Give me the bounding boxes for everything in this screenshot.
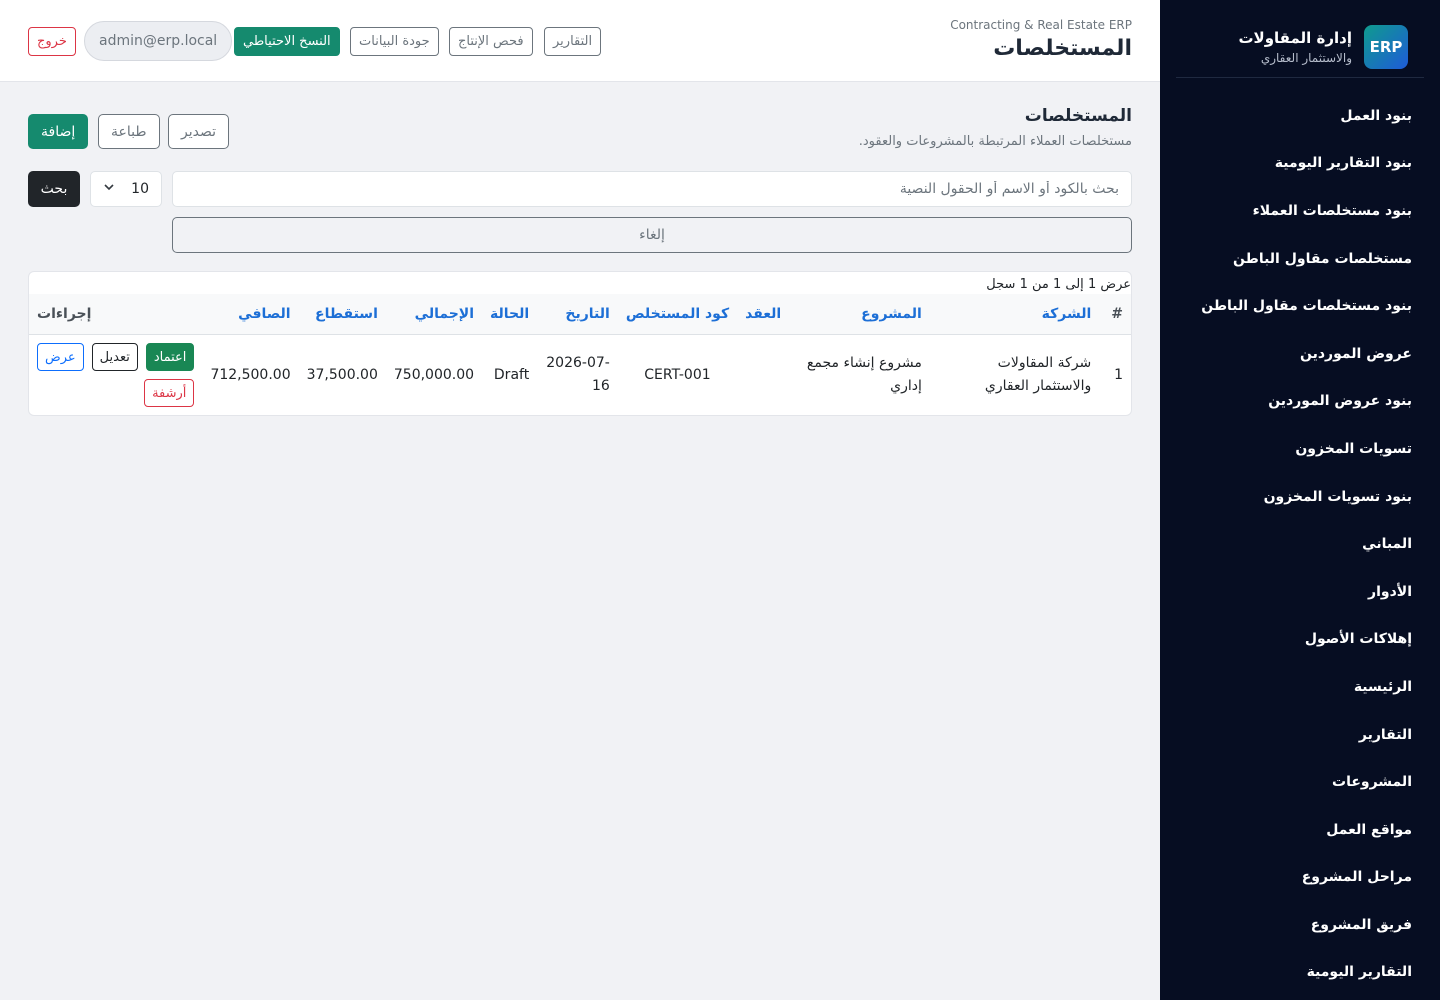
cell-total: 750,000.00 [393, 366, 475, 383]
sidebar: ERP إدارة المقاولات والاستثمار العقاري ب… [1160, 0, 1440, 1000]
archive-button[interactable]: أرشفة [144, 379, 195, 408]
brand-subtitle: والاستثمار العقاري [1260, 50, 1352, 65]
sidebar-item-buildings[interactable]: المباني [1160, 520, 1440, 568]
sidebar-item-floors[interactable]: الأدوار [1160, 568, 1440, 616]
cancel-button[interactable]: إلغاء [172, 217, 1132, 253]
app-subtitle: Contracting & Real Estate ERP [950, 18, 1132, 32]
col-total[interactable]: الإجمالي [385, 294, 483, 335]
table-row: 1 شركة المقاولات والاستثمار العقاري مشرو… [29, 334, 1131, 415]
results-card: عرض 1 إلى 1 من 1 سجل # الشركة المشروع ال… [28, 271, 1132, 416]
sidebar-nav: بنود العمل بنود التقارير اليومية بنود مس… [1160, 78, 1440, 996]
search-button[interactable]: بحث [28, 171, 80, 207]
col-code[interactable]: كود المستخلص [617, 294, 738, 335]
production-check-button[interactable]: فحص الإنتاج [449, 27, 533, 56]
reports-button[interactable]: التقارير [544, 27, 602, 56]
cell-date: 2026-07-16 [546, 355, 610, 395]
col-status[interactable]: الحالة [482, 294, 538, 335]
sidebar-item-supplier-quote-items[interactable]: بنود عروض الموردين [1160, 378, 1440, 426]
sidebar-item-daily-reports[interactable]: التقارير اليومية [1160, 949, 1440, 997]
col-project[interactable]: المشروع [789, 294, 930, 335]
approve-button[interactable]: اعتماد [145, 343, 195, 372]
user-badge: admin@erp.local [84, 21, 233, 61]
data-quality-button[interactable]: جودة البيانات [350, 27, 439, 56]
topbar-titles: Contracting & Real Estate ERP المستخلصات [950, 18, 1132, 61]
backup-button[interactable]: النسخ الاحتياطي [234, 27, 340, 56]
print-button[interactable]: طباعة [98, 114, 160, 149]
sidebar-item-project-phases[interactable]: مراحل المشروع [1160, 854, 1440, 902]
sidebar-item-reports[interactable]: التقارير [1160, 711, 1440, 759]
brand: ERP إدارة المقاولات والاستثمار العقاري [1176, 0, 1424, 78]
cell-status: Draft [493, 366, 530, 383]
sidebar-item-subcontractor-cert-items[interactable]: بنود مستخلصات مقاول الباطن [1160, 282, 1440, 330]
col-actions: إجراءات [29, 294, 203, 335]
sidebar-item-project-team[interactable]: فريق المشروع [1160, 901, 1440, 949]
sidebar-item-work-sites[interactable]: مواقع العمل [1160, 806, 1440, 854]
cell-actions: عرض تعديل اعتماد أرشفة [29, 334, 202, 415]
export-button[interactable]: تصدير [168, 114, 230, 149]
sidebar-item-supplier-quotes[interactable]: عروض الموردين [1160, 330, 1440, 378]
col-company[interactable]: الشركة [929, 294, 1100, 335]
row-actions: عرض تعديل اعتماد أرشفة [37, 343, 195, 408]
cell-net: 712,500.00 [210, 366, 291, 383]
edit-button[interactable]: تعديل [91, 343, 138, 372]
sidebar-item-daily-report-items[interactable]: بنود التقارير اليومية [1160, 140, 1440, 188]
section-description: مستخلصات العملاء المرتبطة بالمشروعات وال… [858, 134, 1132, 149]
sidebar-item-inventory-adjustments[interactable]: تسويات المخزون [1160, 425, 1440, 473]
brand-logo: ERP [1364, 24, 1408, 69]
page-header: المستخلصات مستخلصات العملاء المرتبطة بال… [859, 106, 1132, 149]
per-page-select[interactable]: 10 [90, 171, 162, 207]
cell-project: مشروع إنشاء مجمع إداري [806, 355, 922, 395]
topbar: Contracting & Real Estate ERP المستخلصات… [0, 0, 1160, 82]
row-actions-line: عرض تعديل اعتماد [37, 343, 195, 372]
sidebar-item-client-cert-items[interactable]: بنود مستخلصات العملاء [1160, 187, 1440, 235]
search-input[interactable] [172, 171, 1132, 207]
cell-contract [737, 334, 789, 415]
cell-deduction: 37,500.00 [306, 366, 378, 383]
cell-index: 1 [1114, 366, 1123, 383]
sidebar-item-home[interactable]: الرئيسية [1160, 663, 1440, 711]
col-index: # [1099, 294, 1131, 335]
sidebar-item-subcontractor-certs[interactable]: مستخلصات مقاول الباطن [1160, 235, 1440, 283]
sidebar-item-inventory-adjustment-items[interactable]: بنود تسويات المخزون [1160, 473, 1440, 521]
per-page-value: 10 [131, 181, 149, 197]
certificates-table: # الشركة المشروع العقد كود المستخلص التا… [29, 294, 1131, 415]
section-title: المستخلصات [1024, 106, 1132, 126]
cell-company: شركة المقاولات والاستثمار العقاري [984, 355, 1092, 395]
add-button[interactable]: إضافة [28, 114, 89, 149]
chevron-down-icon [103, 181, 115, 197]
sidebar-item-projects[interactable]: المشروعات [1160, 758, 1440, 806]
table-info: عرض 1 إلى 1 من 1 سجل [986, 277, 1131, 292]
brand-title: إدارة المقاولات [1238, 28, 1352, 47]
cell-code: CERT-001 [644, 366, 711, 383]
col-deduction[interactable]: استقطاع [298, 294, 386, 335]
brand-text: إدارة المقاولات والاستثمار العقاري [1238, 29, 1352, 65]
sidebar-item-work-items[interactable]: بنود العمل [1160, 92, 1440, 140]
col-contract[interactable]: العقد [737, 294, 790, 335]
view-button[interactable]: عرض [37, 343, 84, 372]
table-header-row: # الشركة المشروع العقد كود المستخلص التا… [29, 294, 1131, 335]
page-title: المستخلصات [993, 36, 1132, 61]
sidebar-item-asset-depreciation[interactable]: إهلاكات الأصول [1160, 616, 1440, 664]
col-date[interactable]: التاريخ [537, 294, 618, 335]
col-net[interactable]: الصافي [202, 294, 299, 335]
logout-button[interactable]: خروج [28, 27, 76, 56]
